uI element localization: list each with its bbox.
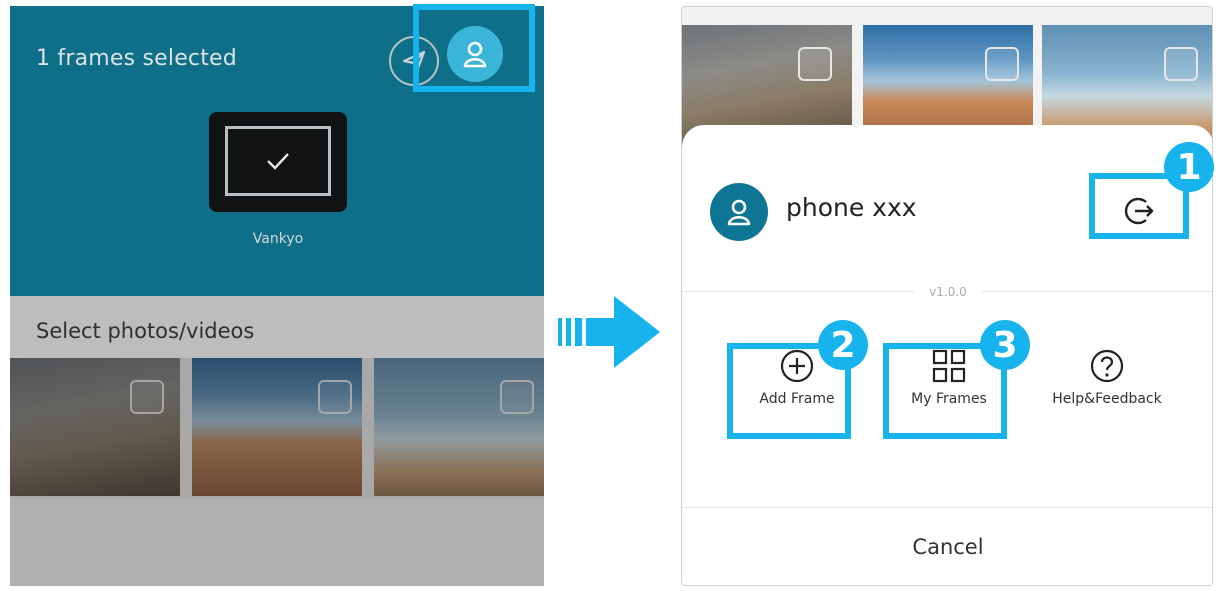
help-feedback-button[interactable]: Help&Feedback	[1032, 347, 1182, 407]
select-photos-section: Select photos/videos	[10, 296, 544, 358]
arrow-right-icon	[558, 296, 660, 368]
empty-area	[10, 498, 544, 586]
callout-badge-2: 2	[818, 320, 868, 370]
frame-name-label: Vankyo	[252, 231, 304, 247]
left-phone-screen: 1 frames selected Vankyo Select photos/v…	[10, 6, 544, 586]
help-icon	[1090, 349, 1124, 383]
photo-checkbox[interactable]	[1164, 47, 1198, 81]
photo-thumbnail[interactable]	[192, 358, 362, 496]
frame-thumbnail[interactable]	[209, 112, 347, 212]
help-feedback-label: Help&Feedback	[1052, 391, 1162, 407]
photo-checkbox[interactable]	[318, 380, 352, 414]
avatar	[710, 183, 768, 241]
callout-badge-3: 3	[980, 320, 1030, 370]
frames-selected-title: 1 frames selected	[36, 46, 237, 71]
account-highlight-box	[413, 4, 535, 92]
photo-thumbnail[interactable]	[374, 358, 544, 496]
photo-checkbox[interactable]	[985, 47, 1019, 81]
photo-grid	[10, 358, 544, 498]
frame-preview	[225, 126, 331, 196]
section-label: Select photos/videos	[36, 319, 255, 343]
right-phone-screen: phone xxx v1.0.0 Add Frame My Frames Hel…	[681, 6, 1213, 586]
callout-badge-1: 1	[1164, 142, 1214, 192]
checkmark-icon	[267, 153, 289, 170]
photo-thumbnail[interactable]	[10, 358, 180, 496]
user-icon	[727, 199, 751, 226]
cancel-button[interactable]: Cancel	[682, 509, 1212, 585]
photo-checkbox[interactable]	[500, 380, 534, 414]
version-label: v1.0.0	[914, 285, 982, 299]
divider	[682, 507, 1212, 508]
photo-checkbox[interactable]	[798, 47, 832, 81]
user-name: phone xxx	[786, 193, 917, 222]
photo-checkbox[interactable]	[130, 380, 164, 414]
